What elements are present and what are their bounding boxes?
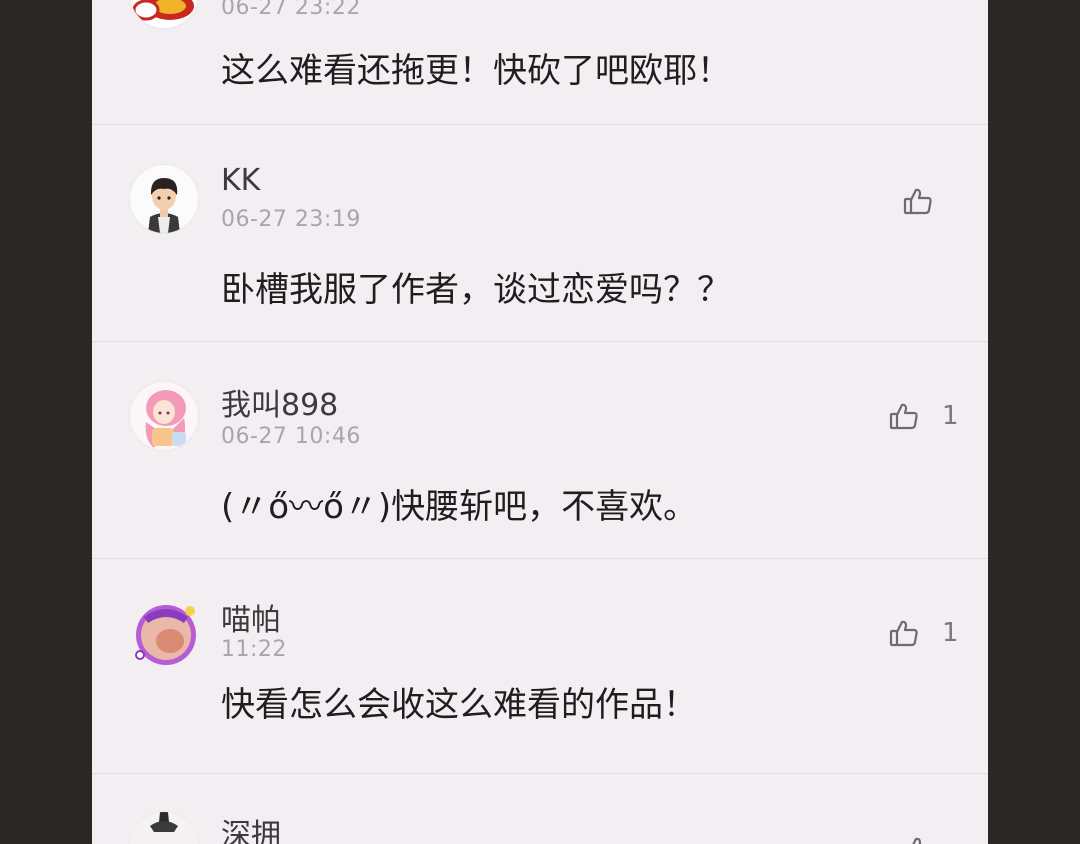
comment-time: 06-27 23:19 (221, 207, 361, 232)
comment-text: 快看怎么会收这么难看的作品！ (221, 685, 697, 725)
comment-time: 06-27 10:46 (221, 424, 361, 449)
thumbs-up-icon (888, 400, 920, 432)
like-button[interactable] (902, 830, 934, 844)
comment-item: 深拥 (92, 774, 988, 844)
comment-item: 喵帕 11:22 1 快看怎么会收这么难看的作品！ (92, 559, 988, 773)
red-cartoon-avatar-icon[interactable] (130, 0, 198, 28)
comment-time: 06-27 23:22 (221, 0, 361, 20)
dark-avatar-icon[interactable] (130, 812, 198, 844)
comment-item: 我叫898 06-27 10:46 1 (〃ő〰ő〃)快腰斩吧，不喜欢。 (92, 342, 988, 558)
thumbs-up-icon (902, 185, 934, 217)
comment-item: 06-27 23:22 这么难看还拖更！快砍了吧欧耶！ (92, 0, 988, 124)
comment-item: KK 06-27 23:19 卧槽我服了作者，谈过恋爱吗？？ (92, 125, 988, 341)
like-button[interactable]: 1 (888, 613, 959, 653)
thumbs-up-icon (902, 834, 934, 844)
comment-text: (〃ő〰ő〃)快腰斩吧，不喜欢。 (221, 487, 698, 527)
like-button[interactable]: 1 (888, 396, 959, 436)
badge-frame-avatar-icon[interactable] (130, 597, 198, 665)
comment-username[interactable]: 我叫898 (221, 380, 338, 424)
like-count: 1 (942, 401, 959, 431)
pink-hair-anime-avatar-icon[interactable] (130, 382, 198, 450)
like-count: 1 (942, 618, 959, 648)
comment-username[interactable]: KK (221, 163, 260, 198)
comment-text: 卧槽我服了作者，谈过恋爱吗？？ (221, 270, 731, 310)
comment-time: 11:22 (221, 637, 287, 662)
comment-username[interactable]: 深拥 (221, 810, 281, 844)
like-button[interactable] (902, 181, 956, 221)
comment-username[interactable]: 喵帕 (221, 595, 281, 639)
comment-text: 这么难看还拖更！快砍了吧欧耶！ (221, 51, 731, 91)
comment-list: 06-27 23:22 这么难看还拖更！快砍了吧欧耶！ KK 06-27 23:… (92, 0, 988, 844)
anime-boy-avatar-icon[interactable] (130, 165, 198, 233)
thumbs-up-icon (888, 617, 920, 649)
